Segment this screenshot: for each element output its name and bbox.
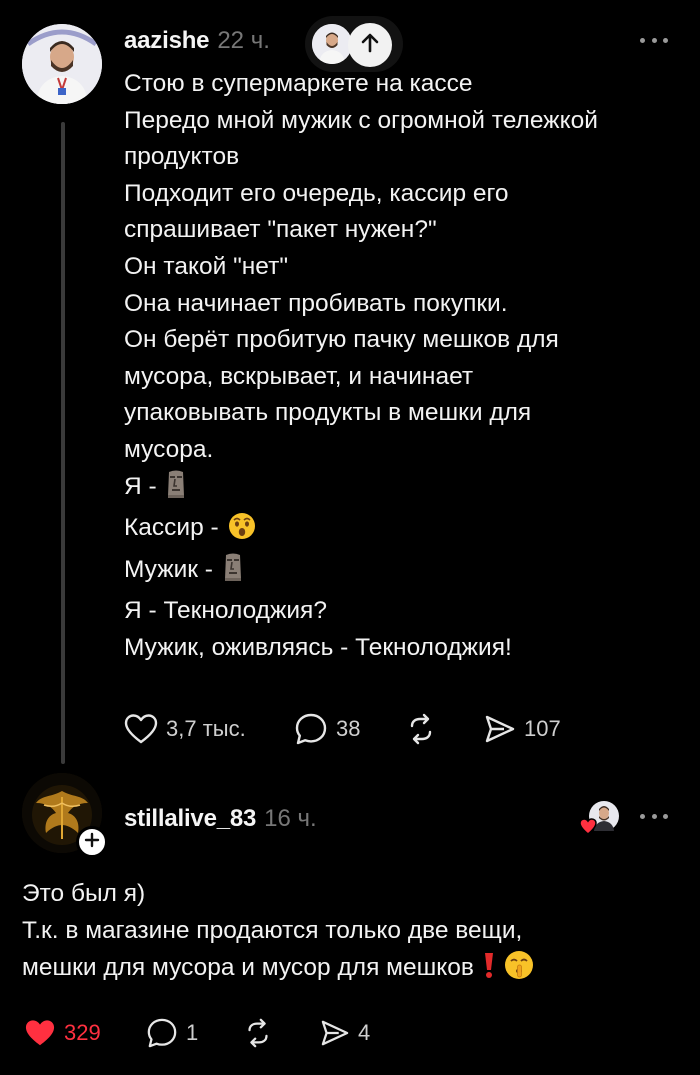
author-avatar[interactable]: [22, 24, 102, 104]
post-line: упаковывать продукты в мешки для: [124, 399, 532, 427]
reply-line: Это был я): [22, 880, 146, 907]
comment-bubble-icon: [294, 712, 328, 746]
exclamation-mark-emoji-icon: [483, 950, 495, 992]
liked-by-author: [579, 800, 620, 836]
reply-comment-count: 1: [186, 1020, 199, 1045]
post-line-emoji: Я -: [124, 469, 684, 511]
post-line: Передо мной мужик с огромной тележкой: [124, 106, 598, 134]
mini-author-avatar: [312, 24, 352, 64]
reply-line-emoji: мешки для мусора и мусор для мешков: [22, 950, 682, 992]
thread-line: [61, 122, 65, 764]
share-button[interactable]: 107: [484, 714, 561, 744]
post-line: Подходит его очередь, кассир его: [124, 179, 509, 207]
author-username[interactable]: aazishe: [124, 27, 210, 55]
plus-icon: [84, 832, 100, 853]
repost-button[interactable]: [404, 712, 484, 746]
post-line: Я - Текнолоджия?: [124, 597, 327, 625]
post-header: aazishe 22 ч.: [124, 26, 270, 56]
more-dots-icon: [640, 813, 645, 819]
reply-repost-button[interactable]: [242, 1017, 320, 1049]
reply-username[interactable]: stillalive_83: [124, 805, 256, 833]
post-line: Стою в супермаркете на кассе: [124, 70, 473, 97]
post-line: продуктов: [124, 143, 240, 171]
post-time: 22 ч.: [217, 27, 270, 54]
like-button[interactable]: 3,7 тыс.: [124, 713, 294, 745]
arrow-up-icon: [359, 32, 381, 59]
post-line: спрашивает "пакет нужен?": [124, 216, 437, 244]
reply-header: stillalive_83 16 ч.: [124, 804, 317, 834]
moai-emoji-icon: [165, 469, 187, 511]
post-line-emoji: Мужик -: [124, 552, 684, 594]
like-count: 3,7 тыс.: [166, 716, 246, 741]
send-paper-plane-icon: [320, 1019, 350, 1047]
reply-body: Это был я) Т.к. в магазине продаются тол…: [22, 876, 682, 991]
repost-arrows-icon: [404, 712, 438, 746]
reply-share-count: 4: [358, 1020, 371, 1045]
post-body: Стою в супермаркете на кассе Передо мной…: [124, 66, 684, 667]
comment-count: 38: [336, 716, 361, 741]
post-line: мусора, вскрывает, и начинает: [124, 362, 474, 390]
heart-icon: [24, 1018, 56, 1048]
follow-button[interactable]: [76, 826, 108, 858]
post-line: Она начинает пробивать покупки.: [124, 289, 508, 317]
shushing-face-emoji-icon: [504, 950, 534, 992]
reply-share-button[interactable]: 4: [320, 1019, 370, 1047]
more-dots-icon: [640, 37, 645, 43]
post-line: Мужик, оживляясь - Текнолоджия!: [124, 633, 512, 661]
reply-comment-button[interactable]: 1: [146, 1017, 242, 1049]
heart-icon: [124, 713, 158, 745]
comment-bubble-icon: [146, 1017, 178, 1049]
post-action-bar: 3,7 тыс. 38 107: [124, 712, 561, 746]
share-count: 107: [524, 716, 561, 741]
scroll-top-button[interactable]: [348, 23, 392, 67]
repost-arrows-icon: [242, 1017, 274, 1049]
post-line: мусора.: [124, 435, 214, 463]
post-more-button[interactable]: [640, 36, 668, 44]
reply-line: Т.к. в магазине продаются только две вещ…: [22, 916, 523, 944]
post-line: Он берёт пробитую пачку мешков для: [124, 326, 559, 354]
post-line-emoji: Кассир -: [124, 510, 684, 552]
comment-button[interactable]: 38: [294, 712, 404, 746]
post-line: Он такой "нет": [124, 252, 289, 280]
reply-more-button[interactable]: [640, 812, 668, 820]
reply-time: 16 ч.: [264, 805, 317, 832]
send-paper-plane-icon: [484, 714, 516, 744]
reply-like-button[interactable]: 329: [24, 1018, 146, 1048]
hushed-face-emoji-icon: [228, 512, 256, 552]
reply-action-bar: 329 1 4: [24, 1017, 370, 1049]
reply-like-count: 329: [64, 1020, 101, 1045]
moai-emoji-icon: [222, 552, 244, 594]
